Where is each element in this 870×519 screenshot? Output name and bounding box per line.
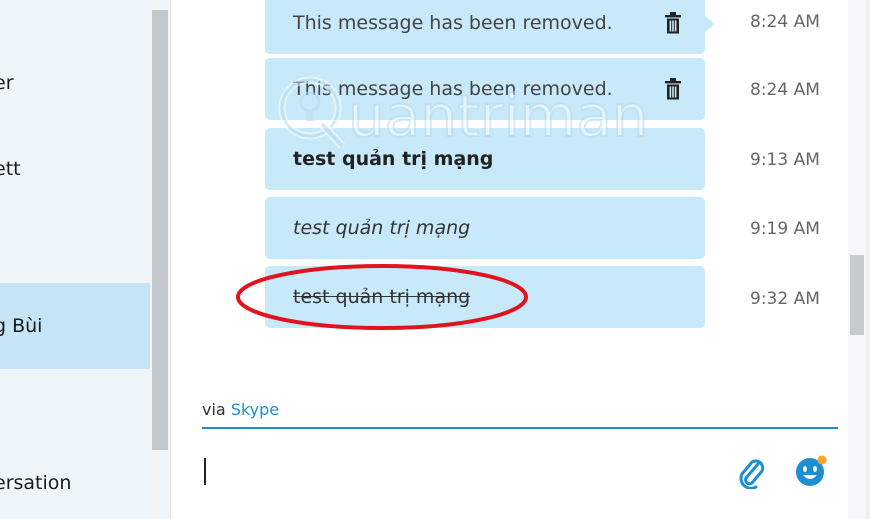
contact-name: er: [0, 72, 14, 94]
message-time: 8:24 AM: [750, 80, 820, 100]
message-bubble[interactable]: test quản trị mạng: [265, 128, 705, 190]
compose-divider: [202, 427, 838, 429]
message-text: This message has been removed.: [293, 12, 613, 34]
via-prefix: via: [202, 400, 226, 419]
message-time: 8:24 AM: [750, 12, 820, 32]
message-bubble[interactable]: This message has been removed.: [265, 0, 715, 54]
chat-scrollbar[interactable]: [848, 0, 866, 519]
scrollbar-thumb[interactable]: [850, 255, 864, 335]
message-text: This message has been removed.: [293, 78, 613, 100]
via-brand-link[interactable]: Skype: [231, 400, 279, 419]
message-text: test quản trị mạng: [293, 148, 494, 170]
message-time: 9:19 AM: [750, 219, 820, 239]
message-text: test quản trị mạng: [293, 286, 471, 308]
contact-item-selected[interactable]: g Bùi: [0, 283, 150, 369]
contact-item[interactable]: ersation: [0, 440, 150, 519]
message-bubble[interactable]: This message has been removed.: [265, 58, 705, 120]
paperclip-icon[interactable]: [736, 455, 766, 489]
message-bubble[interactable]: test quản trị mạng: [265, 197, 705, 259]
message-time: 9:32 AM: [750, 289, 820, 309]
message-time: 9:13 AM: [750, 150, 820, 170]
contact-list-scrollbar[interactable]: [150, 0, 170, 519]
emoticon-icon[interactable]: [794, 454, 828, 488]
contact-name: g Bùi: [0, 315, 43, 337]
contact-name: ersation: [0, 472, 72, 494]
contact-list: er ett g Bùi ersation: [0, 0, 150, 519]
message-bubble[interactable]: test quản trị mạng: [265, 266, 705, 328]
pane-divider: [170, 0, 171, 519]
contact-name: ett: [0, 158, 21, 180]
trash-icon[interactable]: [663, 11, 683, 35]
text-cursor: [204, 458, 206, 485]
via-skype-label: via Skype: [202, 400, 279, 420]
window-border: [866, 0, 870, 519]
scrollbar-thumb[interactable]: [152, 10, 168, 450]
contact-item[interactable]: [0, 197, 150, 283]
contact-item[interactable]: er: [0, 40, 150, 126]
message-text: test quản trị mạng: [293, 217, 471, 239]
trash-icon[interactable]: [663, 77, 683, 101]
message-input[interactable]: [202, 440, 726, 502]
